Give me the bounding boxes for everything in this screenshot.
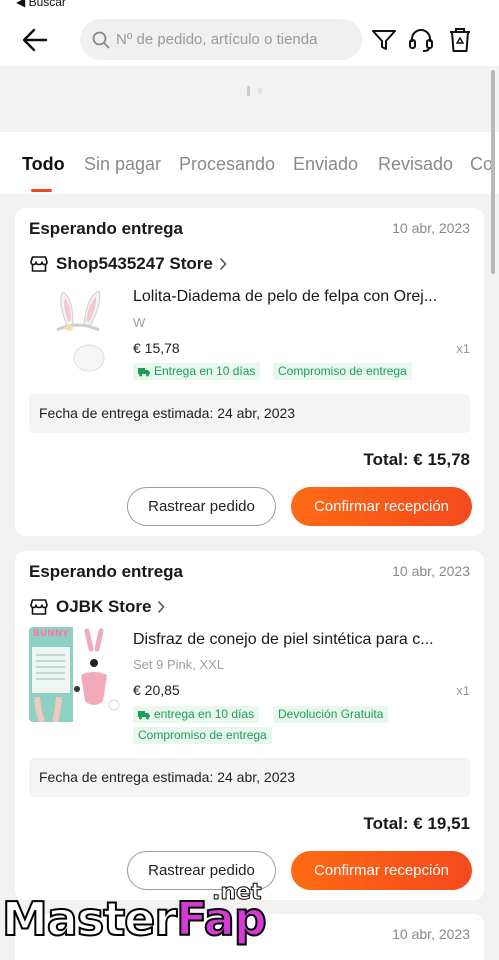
tag-text: Devolución Gratuita	[278, 707, 384, 721]
order-card: Esperando entrega 10 abr, 2023 OJBK Stor…	[15, 551, 484, 900]
scrollbar[interactable]	[491, 70, 495, 274]
order-date: 10 abr, 2023	[392, 926, 470, 942]
confirm-receipt-button[interactable]: Confirmar recepción	[291, 851, 472, 890]
chevron-right-icon	[219, 257, 227, 271]
order-date: 10 abr, 2023	[392, 563, 470, 579]
order-status: Esperando entrega	[29, 562, 183, 581]
carousel-indicator	[247, 86, 250, 96]
watermark-text: .net	[211, 880, 262, 906]
tag-text: Compromiso de entrega	[278, 364, 407, 378]
tab-more[interactable]: Co	[470, 154, 493, 175]
tab-procesando[interactable]: Procesando	[179, 154, 275, 175]
product-quantity: x1	[456, 341, 470, 356]
tag-text: Compromiso de entrega	[138, 728, 267, 742]
product-price: € 15,78	[133, 340, 180, 356]
store-icon	[30, 256, 48, 272]
back-to-app-label[interactable]: ◀ Buscar	[16, 0, 66, 9]
thumbnail-brand-text: BUNNY	[33, 629, 69, 639]
top-bar: ◀ Buscar	[0, 0, 499, 66]
product-quantity: x1	[456, 683, 470, 698]
order-status-tabs: Todo Sin pagar Procesando Enviado Revisa…	[0, 132, 499, 194]
tag-text: entrega en 10 días	[154, 707, 255, 721]
watermark-text: Master	[1, 891, 178, 947]
estimated-delivery: Fecha de entrega estimada: 24 abr, 2023	[29, 394, 470, 433]
product-title[interactable]: Disfraz de conejo de piel sintética para…	[133, 631, 473, 649]
order-date: 10 abr, 2023	[392, 220, 470, 236]
store-link[interactable]: OJBK Store	[29, 597, 166, 617]
watermark-logo: MasterFap .net	[1, 880, 268, 948]
product-price: € 20,85	[133, 682, 180, 698]
delivery-tag: Entrega en 10 días	[133, 363, 261, 380]
product-variant: Set 9 Pink, XXL	[133, 657, 225, 672]
order-total: Total: € 19,51	[363, 814, 470, 833]
active-tab-indicator	[31, 189, 52, 192]
tab-todo[interactable]: Todo	[22, 154, 65, 175]
product-variant: W	[133, 315, 146, 330]
commitment-tag: Compromiso de entrega	[133, 727, 272, 744]
bunny-ears-headband-image	[29, 286, 124, 381]
product-thumbnail[interactable]	[29, 286, 124, 381]
tag-text: Entrega en 10 días	[154, 364, 256, 378]
commitment-tag: Compromiso de entrega	[273, 363, 412, 380]
delivery-tag: entrega en 10 días	[133, 706, 260, 723]
free-return-tag: Devolución Gratuita	[273, 706, 389, 723]
store-name: OJBK Store	[56, 597, 152, 616]
track-order-button[interactable]: Rastrear pedido	[127, 487, 276, 526]
banner-carousel	[0, 66, 499, 130]
store-icon	[30, 599, 48, 615]
product-thumbnail[interactable]: BUNNY	[29, 627, 124, 722]
store-name: Shop5435247 Store	[56, 254, 213, 273]
customer-service-headset-icon[interactable]	[407, 26, 435, 54]
tab-enviado[interactable]: Enviado	[293, 154, 358, 175]
chevron-right-icon	[158, 600, 166, 614]
estimated-delivery: Fecha de entrega estimada: 24 abr, 2023	[29, 758, 470, 797]
bunny-costume-image	[29, 627, 124, 722]
truck-icon	[138, 710, 150, 719]
truck-icon	[138, 367, 150, 376]
filter-icon[interactable]	[370, 26, 398, 54]
carousel-indicator	[258, 88, 262, 94]
search-icon	[92, 31, 110, 48]
product-title[interactable]: Lolita-Diadema de pelo de felpa con Orej…	[133, 288, 473, 306]
order-total: Total: € 15,78	[363, 450, 470, 469]
tab-revisado[interactable]: Revisado	[378, 154, 453, 175]
tab-sin-pagar[interactable]: Sin pagar	[84, 154, 161, 175]
recycle-bin-icon[interactable]	[446, 26, 474, 54]
store-link[interactable]: Shop5435247 Store	[29, 254, 227, 274]
search-input[interactable]	[116, 31, 356, 48]
back-arrow-icon[interactable]	[20, 26, 50, 54]
confirm-receipt-button[interactable]: Confirmar recepción	[291, 487, 472, 526]
order-status: Esperando entrega	[29, 219, 183, 238]
search-bar[interactable]	[80, 19, 362, 60]
order-card: Esperando entrega 10 abr, 2023 Shop54352…	[15, 208, 484, 536]
